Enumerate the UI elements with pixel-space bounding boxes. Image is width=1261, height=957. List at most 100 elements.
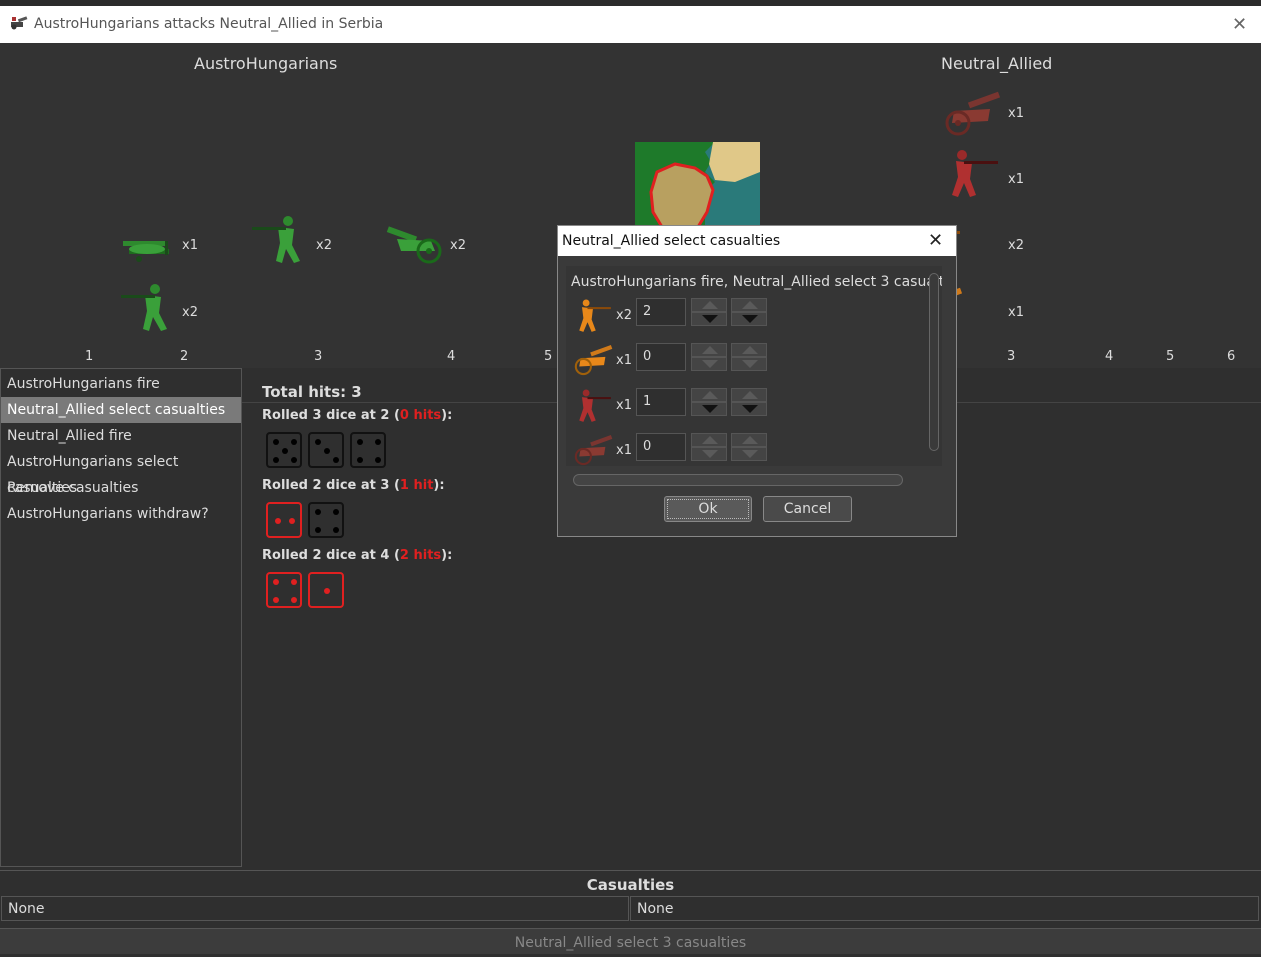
ok-button[interactable]: Ok: [664, 496, 752, 522]
hits-panel: Total hits: 3: [262, 382, 362, 401]
casualty-row: x1 1: [571, 386, 931, 426]
die-pip: [375, 457, 381, 463]
increment-button[interactable]: [691, 298, 727, 312]
step-item[interactable]: AustroHungarians fire: [1, 371, 241, 397]
max-button[interactable]: [731, 388, 767, 402]
die-face-5: [266, 432, 302, 468]
max-button[interactable]: [731, 343, 767, 357]
row-mult: x2: [616, 308, 632, 323]
attacker-mult: x2: [450, 238, 466, 253]
attacker-biplane-icon: [115, 227, 179, 271]
attacker-mult: x2: [316, 238, 332, 253]
casualty-count-field[interactable]: 0: [636, 433, 686, 461]
defender-casualties: None: [630, 896, 1259, 921]
cancel-button[interactable]: Cancel: [763, 496, 852, 522]
die-pip: [291, 579, 297, 585]
casualty-row: x2 2: [571, 296, 931, 336]
min-button[interactable]: [731, 312, 767, 326]
max-button[interactable]: [731, 298, 767, 312]
die-pip: [357, 457, 363, 463]
die-face-1: [308, 572, 344, 608]
die-pip: [291, 597, 297, 603]
attacker-name: AustroHungarians: [194, 54, 338, 73]
die-pip: [333, 527, 339, 533]
column-number: 4: [1105, 349, 1114, 364]
column-number: 4: [447, 349, 456, 364]
row-mult: x1: [616, 353, 632, 368]
die-pip: [375, 439, 381, 445]
defender-mult: x1: [1008, 305, 1024, 320]
territory-map: [635, 142, 760, 234]
step-item[interactable]: Remove casualties: [1, 475, 241, 501]
close-icon[interactable]: ✕: [1232, 14, 1247, 35]
red-infantry-icon: [579, 389, 611, 422]
casualty-count-field[interactable]: 1: [636, 388, 686, 416]
column-number: 3: [1007, 349, 1016, 364]
column-number: 2: [180, 349, 189, 364]
casualty-count-field[interactable]: 2: [636, 298, 686, 326]
column-number: 1: [85, 349, 94, 364]
roll-label: Rolled 2 dice at 3 (1 hit):: [262, 478, 445, 493]
die-pip: [273, 457, 279, 463]
column-number: 5: [544, 349, 553, 364]
increment-button[interactable]: [691, 433, 727, 447]
die-pip: [324, 588, 330, 594]
dialog-title: Neutral_Allied select casualties: [562, 233, 781, 249]
die-pip: [315, 509, 321, 515]
select-casualties-dialog: Neutral_Allied select casualties ✕ Austr…: [557, 225, 957, 537]
die-pip: [273, 439, 279, 445]
min-button[interactable]: [731, 402, 767, 416]
casualty-row: x1 0: [571, 341, 931, 381]
roll-label: Rolled 3 dice at 2 (0 hits):: [262, 408, 453, 423]
die-pip: [273, 579, 279, 585]
die-pip: [275, 518, 281, 524]
decrement-button[interactable]: [691, 447, 727, 461]
die-face-4: [266, 572, 302, 608]
die-pip: [324, 448, 330, 454]
decrement-button[interactable]: [691, 402, 727, 416]
dialog-scroll-area[interactable]: AustroHungarians fire, Neutral_Allied se…: [566, 266, 942, 466]
defender-infantry-icon: [940, 149, 1004, 197]
min-button[interactable]: [731, 357, 767, 371]
decrement-button[interactable]: [691, 312, 727, 326]
dialog-close-icon[interactable]: ✕: [928, 230, 943, 251]
defender-mult: x1: [1008, 106, 1024, 121]
die-face-4: [350, 432, 386, 468]
casualties-header: Casualties: [0, 870, 1261, 896]
min-button[interactable]: [731, 447, 767, 461]
die-pip: [357, 439, 363, 445]
step-item[interactable]: Neutral_Allied fire: [1, 423, 241, 449]
die-pip: [289, 518, 295, 524]
attacker-infantry-icon: [248, 215, 312, 263]
step-item[interactable]: AustroHungarians select casualties: [1, 449, 241, 496]
column-number: 5: [1166, 349, 1175, 364]
attacker-infantry-icon: [115, 283, 179, 331]
die-face-3: [308, 432, 344, 468]
defender-artillery-icon: [940, 91, 1004, 136]
casualty-count-field[interactable]: 0: [636, 343, 686, 371]
die-pip: [333, 509, 339, 515]
step-item[interactable]: AustroHungarians withdraw?: [1, 501, 241, 527]
increment-button[interactable]: [691, 388, 727, 402]
die-face-4: [308, 502, 344, 538]
dialog-horizontal-scrollbar[interactable]: [573, 474, 903, 486]
die-pip: [315, 439, 321, 445]
battle-step-list: AustroHungarians fire Neutral_Allied sel…: [0, 368, 242, 867]
red-artillery-icon: [574, 434, 613, 466]
status-bar: Neutral_Allied select 3 casualties: [0, 928, 1261, 954]
attacker-mult: x2: [182, 305, 198, 320]
decrement-button[interactable]: [691, 357, 727, 371]
dialog-vertical-scrollbar[interactable]: [929, 273, 939, 451]
casualty-row: x1 0: [571, 431, 931, 466]
step-item-selected[interactable]: Neutral_Allied select casualties: [1, 397, 241, 423]
column-number: 3: [314, 349, 323, 364]
die-pip: [282, 448, 288, 454]
orange-artillery-icon: [574, 344, 613, 376]
row-mult: x1: [616, 398, 632, 413]
window-title: AustroHungarians attacks Neutral_Allied …: [34, 16, 384, 32]
die-pip: [291, 457, 297, 463]
max-button[interactable]: [731, 433, 767, 447]
increment-button[interactable]: [691, 343, 727, 357]
defender-mult: x1: [1008, 172, 1024, 187]
die-pip: [315, 527, 321, 533]
